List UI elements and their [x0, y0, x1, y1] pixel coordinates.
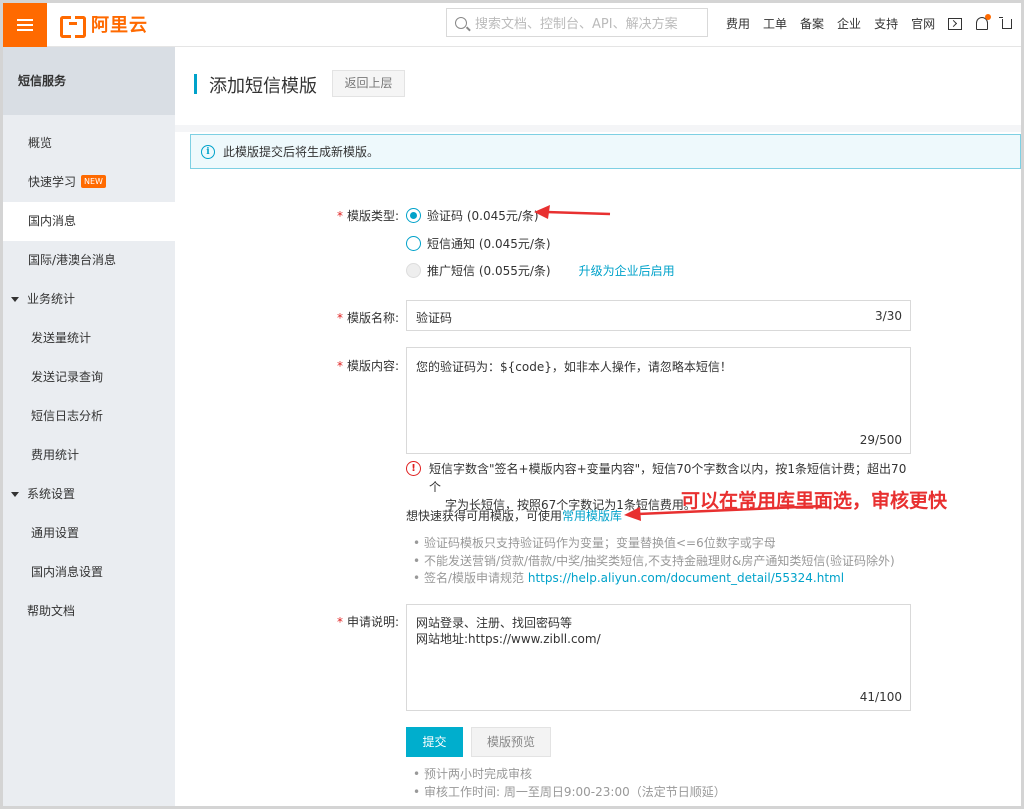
annotation-arrows	[534, 205, 823, 521]
annotation-text: 可以在常用库里面选，审核更快	[681, 490, 948, 512]
arrow-to-verification	[534, 205, 611, 219]
